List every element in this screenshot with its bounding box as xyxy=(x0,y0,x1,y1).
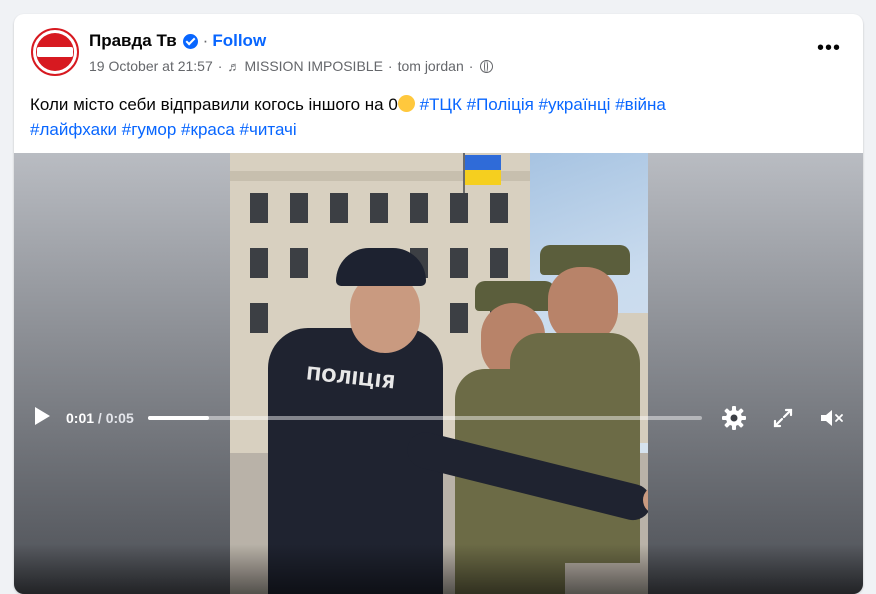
building-window xyxy=(490,193,508,223)
building-window xyxy=(450,248,468,278)
progress-fill xyxy=(148,416,209,420)
avatar-band xyxy=(37,47,73,57)
building-window xyxy=(330,193,348,223)
post-caption: Коли місто себи відправили когось іншого… xyxy=(30,92,850,142)
progress-bar[interactable] xyxy=(148,416,702,420)
name-row: Правда Тв · Follow xyxy=(89,31,266,51)
meta-separator: · xyxy=(468,58,474,74)
police-cap xyxy=(336,248,426,286)
hashtag-link[interactable]: #читачі xyxy=(240,120,297,139)
current-time: 0:01 xyxy=(66,410,95,426)
music-title[interactable]: MISSION IMPOSIBLE xyxy=(244,58,382,74)
hashtag-link[interactable]: #Поліція xyxy=(467,95,534,114)
hashtag-link[interactable]: #ТЦК xyxy=(420,95,462,114)
post-meta: 19 October at 21:57 · ♬ MISSION IMPOSIBL… xyxy=(89,58,494,74)
globe-icon xyxy=(480,59,494,73)
more-options-button[interactable]: ••• xyxy=(817,38,841,58)
expand-icon[interactable] xyxy=(770,405,796,431)
follow-button[interactable]: Follow xyxy=(212,31,266,51)
building-window xyxy=(410,193,428,223)
hashtag-link[interactable]: #війна xyxy=(615,95,666,114)
play-icon[interactable] xyxy=(35,407,50,425)
caption-text: Коли місто себи відправили когось іншого… xyxy=(30,95,398,114)
soldier-head xyxy=(548,267,618,343)
flag-stripe-yellow xyxy=(465,170,501,185)
verified-badge-icon xyxy=(182,33,198,49)
dot-separator: · xyxy=(202,31,209,50)
time-separator: / xyxy=(97,410,102,426)
time-display: 0:01 / 0:05 xyxy=(66,410,134,426)
building-window xyxy=(450,193,468,223)
hashtag-link[interactable]: #лайфхаки xyxy=(30,120,117,139)
page-name[interactable]: Правда Тв xyxy=(89,31,177,51)
video-player[interactable]: ПОЛІЦІЯ xyxy=(14,153,863,594)
building-window xyxy=(490,248,508,278)
gear-icon[interactable] xyxy=(721,405,747,431)
video-frame[interactable]: ПОЛІЦІЯ xyxy=(230,153,648,594)
controls-gradient xyxy=(14,544,863,594)
post-header: Правда Тв · Follow 19 October at 21:57 ·… xyxy=(14,14,863,94)
building-window xyxy=(290,193,308,223)
hashtag-link[interactable]: #гумор xyxy=(122,120,177,139)
hashtag-link[interactable]: #краса xyxy=(181,120,235,139)
post-card: Правда Тв · Follow 19 October at 21:57 ·… xyxy=(14,14,863,594)
soldier-body xyxy=(510,333,640,563)
building-window xyxy=(250,193,268,223)
hashtag-link[interactable]: #українці xyxy=(539,95,611,114)
meta-separator: · xyxy=(217,58,223,74)
post-date[interactable]: 19 October at 21:57 xyxy=(89,58,213,74)
page-avatar[interactable] xyxy=(31,28,79,76)
worried-face-emoji-icon xyxy=(397,95,415,112)
music-artist[interactable]: tom jordan xyxy=(398,58,464,74)
music-note-icon: ♬ xyxy=(227,58,241,74)
muted-speaker-icon[interactable] xyxy=(818,405,844,431)
meta-separator: · xyxy=(387,58,393,74)
total-time: 0:05 xyxy=(105,410,134,426)
police-officer: ПОЛІЦІЯ xyxy=(258,248,648,594)
flag-stripe-blue xyxy=(465,155,501,170)
building-window xyxy=(370,193,388,223)
